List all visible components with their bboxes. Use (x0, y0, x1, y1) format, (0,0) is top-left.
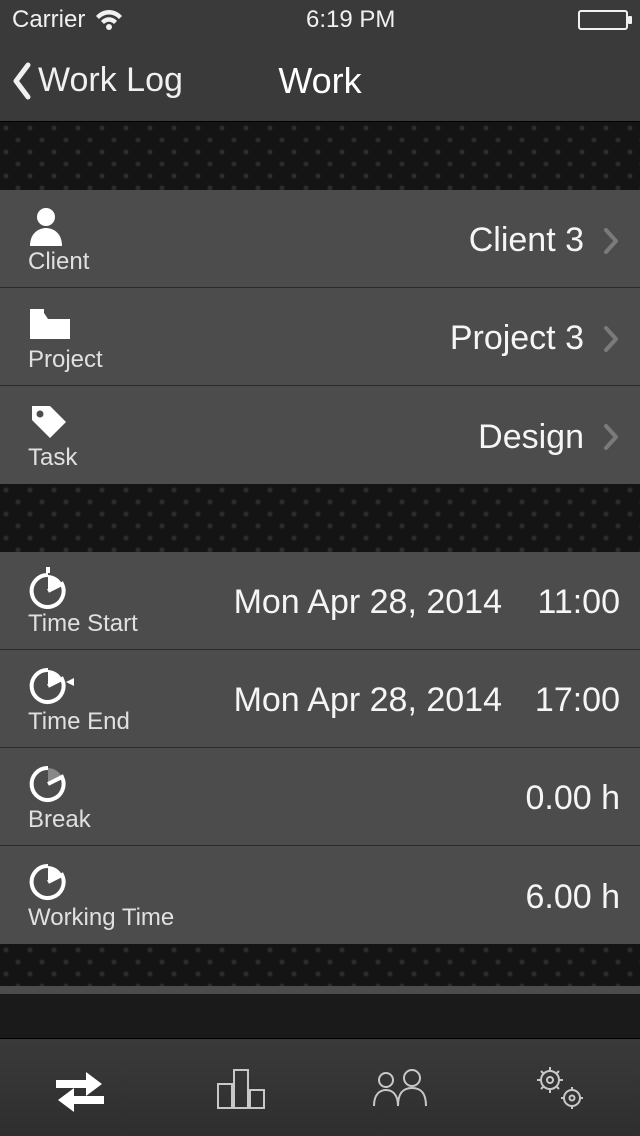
gears-icon (530, 1062, 590, 1114)
chevron-left-icon (10, 61, 34, 101)
back-button[interactable]: Work Log (0, 61, 183, 101)
section-time: Time Start Mon Apr 28, 2014 11:00 Time E… (0, 552, 640, 944)
battery-icon (578, 10, 628, 30)
client-label: Client (28, 248, 89, 276)
separator (0, 484, 640, 552)
separator (0, 944, 640, 986)
people-icon (368, 1064, 432, 1112)
pie-working-icon (28, 862, 68, 902)
tab-people[interactable] (320, 1039, 480, 1136)
time-end-date: Mon Apr 28, 2014 (234, 681, 502, 720)
break-label: Break (28, 806, 91, 834)
wifi-icon (95, 9, 123, 31)
project-cell[interactable]: Project Project 3 (0, 288, 640, 386)
time-end-time: 17:00 (520, 681, 620, 720)
break-value: 0.00 h (525, 779, 620, 818)
bar-chart-icon (210, 1064, 270, 1112)
pie-start-icon (28, 568, 68, 608)
tab-sync[interactable] (0, 1039, 160, 1136)
status-time: 6:19 PM (306, 6, 395, 34)
working-time-cell[interactable]: Working Time 6.00 h (0, 846, 640, 944)
task-value: Design (478, 418, 584, 457)
tab-settings[interactable] (480, 1039, 640, 1136)
tag-icon (28, 402, 68, 442)
time-start-label: Time Start (28, 610, 138, 638)
page-title: Work (278, 60, 361, 102)
task-cell[interactable]: Task Design (0, 386, 640, 484)
project-label: Project (28, 346, 103, 374)
carrier-label: Carrier (12, 6, 85, 34)
folder-icon (28, 304, 72, 344)
pie-end-icon (28, 666, 76, 706)
task-label: Task (28, 444, 77, 472)
working-time-value: 6.00 h (525, 878, 620, 917)
section-peek (0, 986, 640, 994)
time-start-cell[interactable]: Time Start Mon Apr 28, 2014 11:00 (0, 552, 640, 650)
time-end-cell[interactable]: Time End Mon Apr 28, 2014 17:00 (0, 650, 640, 748)
time-start-date: Mon Apr 28, 2014 (234, 583, 502, 622)
chevron-right-icon (602, 324, 620, 354)
person-icon (28, 206, 64, 246)
status-bar: Carrier 6:19 PM (0, 0, 640, 40)
section-assignment: Client Client 3 Project Project 3 (0, 190, 640, 484)
nav-bar: Work Log Work (0, 40, 640, 122)
tab-stats[interactable] (160, 1039, 320, 1136)
tab-bar (0, 1038, 640, 1136)
working-time-label: Working Time (28, 904, 174, 932)
project-value: Project 3 (450, 319, 584, 358)
client-cell[interactable]: Client Client 3 (0, 190, 640, 288)
back-label: Work Log (38, 61, 183, 100)
pie-break-icon (28, 764, 68, 804)
break-cell[interactable]: Break 0.00 h (0, 748, 640, 846)
chevron-right-icon (602, 226, 620, 256)
chevron-right-icon (602, 422, 620, 452)
time-end-label: Time End (28, 708, 130, 736)
client-value: Client 3 (469, 221, 584, 260)
separator (0, 122, 640, 190)
time-start-time: 11:00 (520, 583, 620, 622)
sync-icon (50, 1064, 110, 1112)
